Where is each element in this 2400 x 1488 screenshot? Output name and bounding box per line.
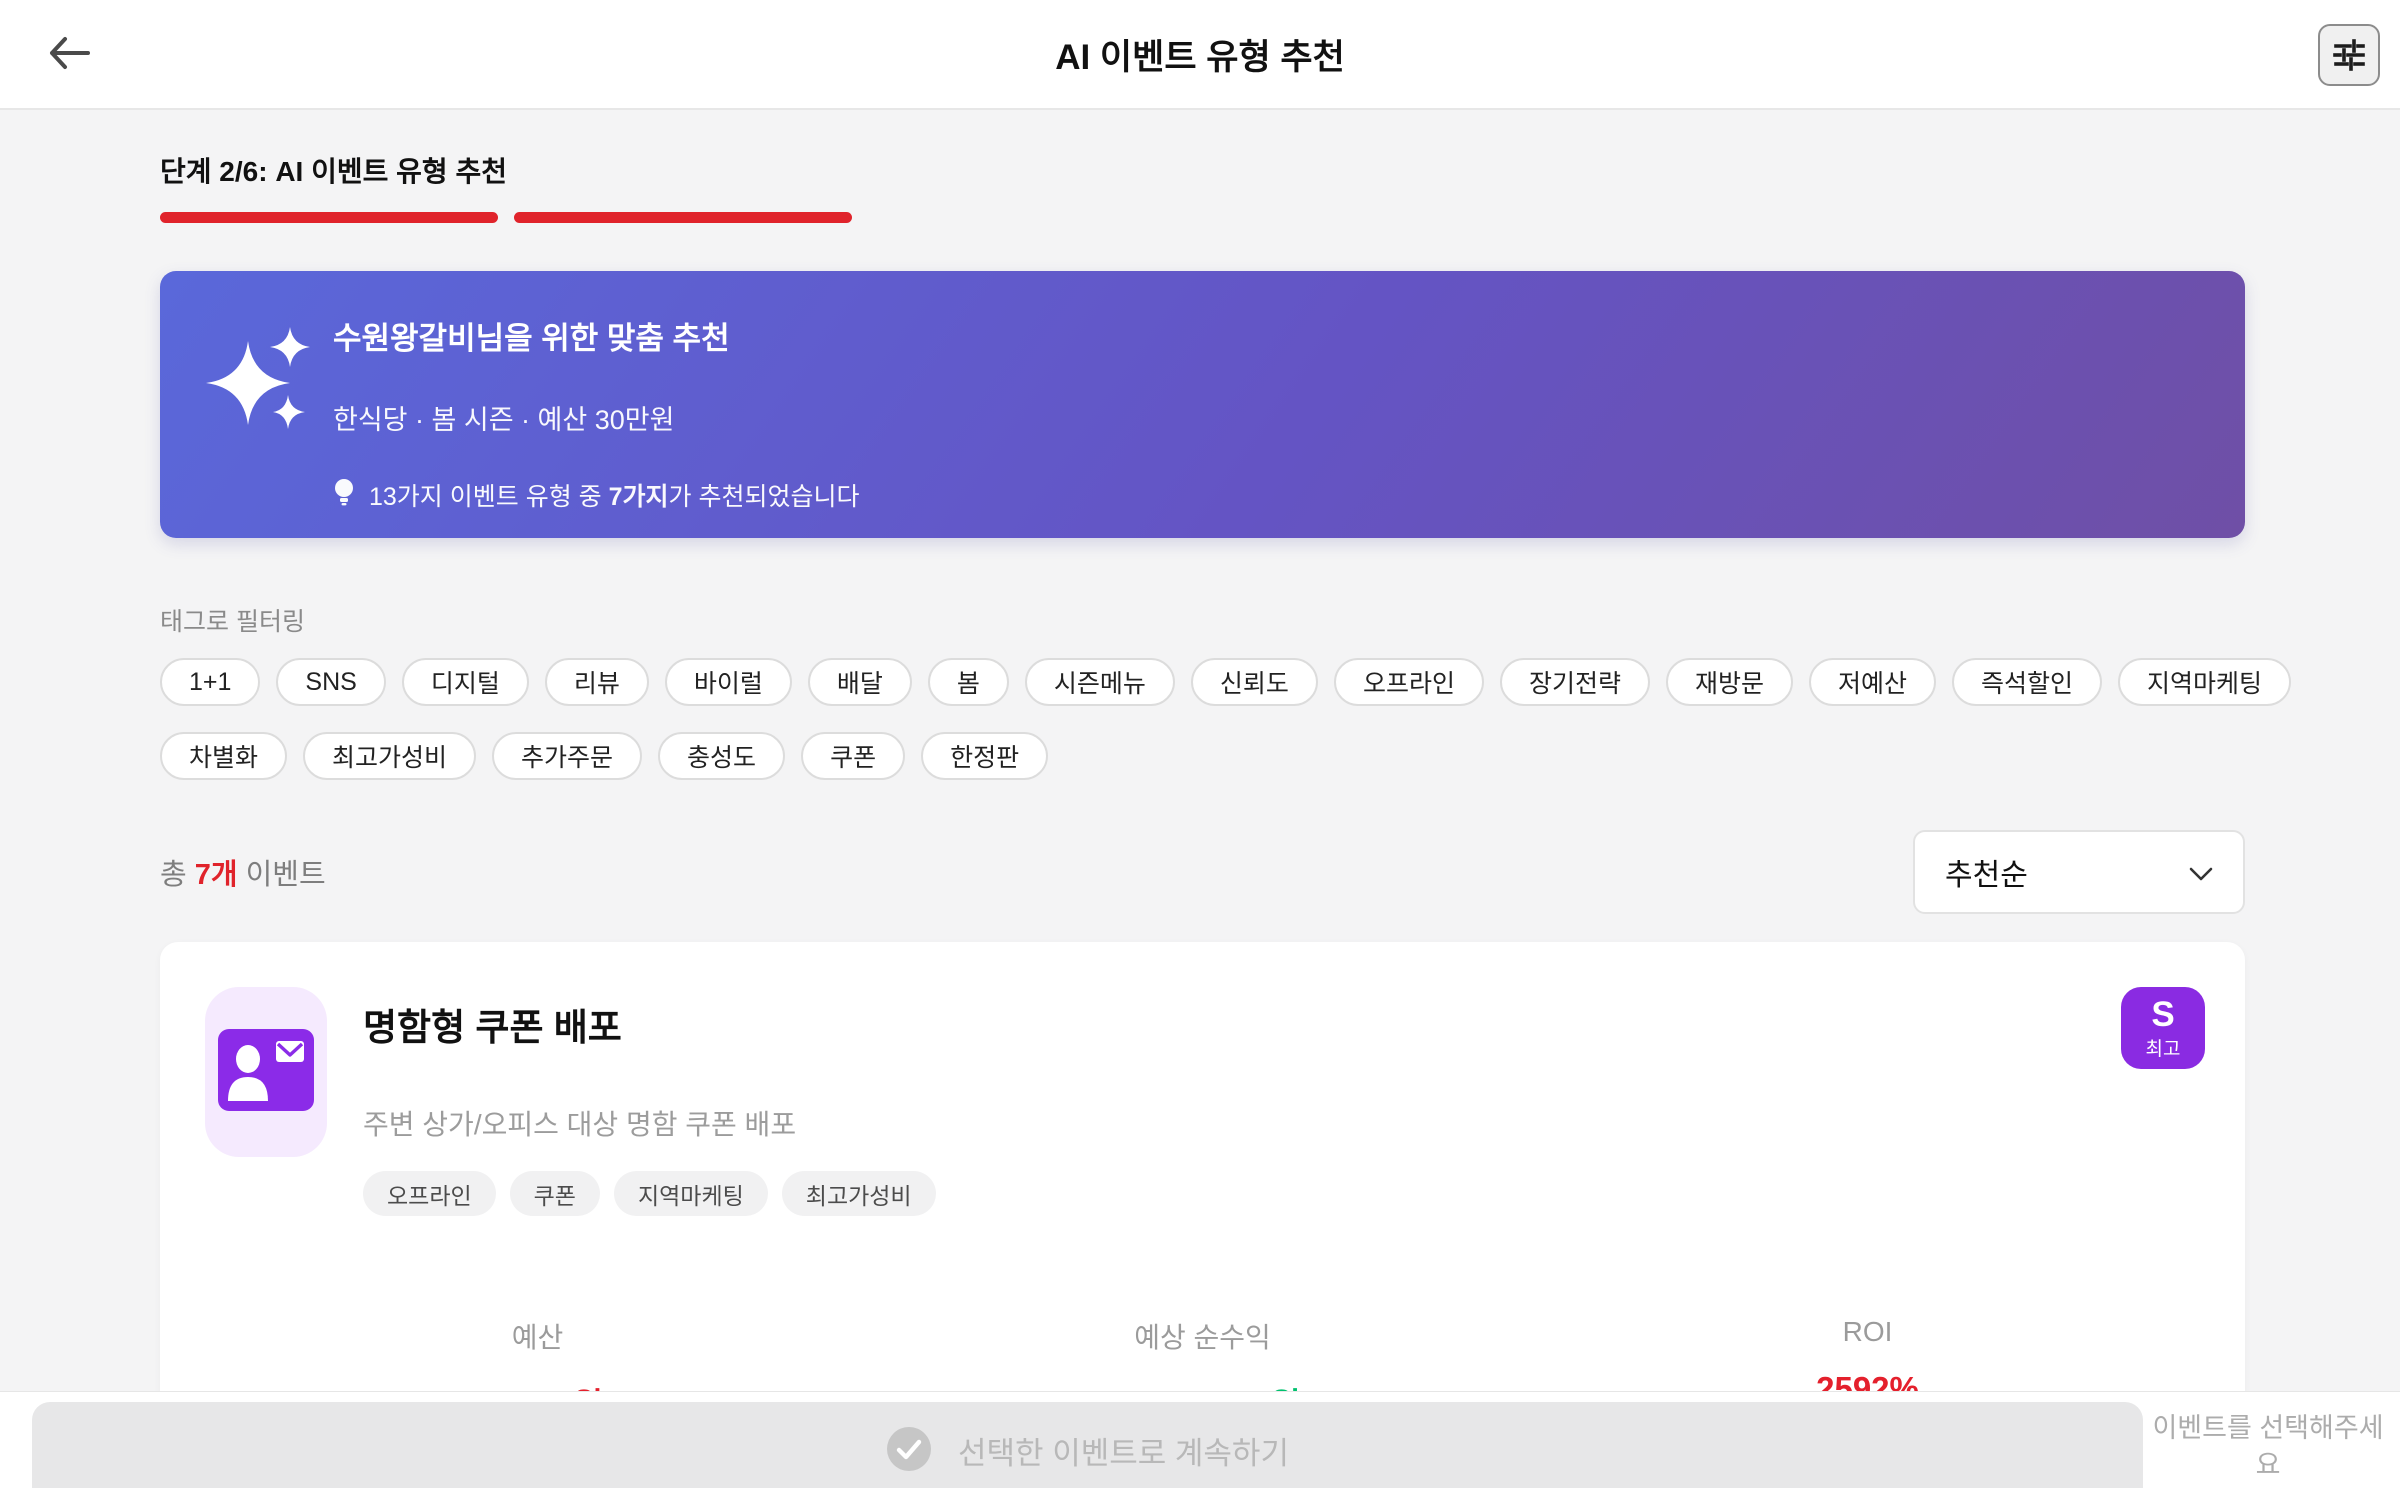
list-header: 총 7개 이벤트 추천순	[160, 830, 2245, 914]
stat-profit-label: 예상 순수익	[1134, 1322, 1271, 1353]
filter-tag[interactable]: SNS	[276, 658, 386, 706]
sort-select-value: 추천순	[1945, 859, 2028, 892]
select-hint: 이벤트를 선택해주세요	[2152, 1413, 2384, 1480]
event-tag-row: 오프라인 쿠폰 지역마케팅 최고가성비	[363, 1171, 936, 1216]
filter-tag[interactable]: 차별화	[160, 732, 288, 780]
filter-tag[interactable]: 시즌메뉴	[1024, 658, 1175, 706]
event-card-texts: 명함형 쿠폰 배포 주변 상가/오피스 대상 명함 쿠폰 배포 오프라인 쿠폰 지역…	[363, 987, 936, 1216]
continue-button[interactable]: 선택한 이벤트로 계속하기	[32, 1402, 2143, 1488]
grade-letter: S	[2151, 995, 2175, 1034]
chevron-down-icon	[2189, 855, 2213, 889]
banner-info: 13가지 이벤트 유형 중 7가지가 추천되었습니다	[333, 477, 2245, 513]
grade-badge: S 최고	[2121, 987, 2205, 1069]
filter-tag[interactable]: 저예산	[1808, 658, 1936, 706]
filter-tag[interactable]: 배달	[807, 658, 912, 706]
filter-tag[interactable]: 추가주문	[492, 732, 643, 780]
filter-tag[interactable]: 쿠폰	[801, 732, 906, 780]
filter-tag-row-2: 차별화 최고가성비 추가주문 충성도 쿠폰 한정판	[160, 732, 2245, 780]
filter-tag[interactable]: 한정판	[921, 732, 1049, 780]
contact-card-icon	[218, 1028, 314, 1116]
event-tag: 지역마케팅	[613, 1171, 768, 1216]
event-subtitle: 주변 상가/오피스 대상 명함 쿠폰 배포	[363, 1109, 797, 1140]
sliders-icon	[2331, 36, 2367, 75]
filter-tag[interactable]: 최고가성비	[303, 732, 477, 780]
continue-button-label: 선택한 이벤트로 계속하기	[958, 1435, 1289, 1471]
filter-tag[interactable]: 재방문	[1665, 658, 1793, 706]
stat-roi-label: ROI	[1842, 1316, 1893, 1347]
filter-tag[interactable]: 즉석할인	[1952, 658, 2103, 706]
filter-tag[interactable]: 디지털	[401, 658, 529, 706]
event-card-head: 명함형 쿠폰 배포 주변 상가/오피스 대상 명함 쿠폰 배포 오프라인 쿠폰 지역…	[205, 987, 2200, 1216]
event-card[interactable]: 명함형 쿠폰 배포 주변 상가/오피스 대상 명함 쿠폰 배포 오프라인 쿠폰 지역…	[160, 942, 2245, 1442]
event-tag: 오프라인	[363, 1171, 496, 1216]
lightbulb-icon	[333, 478, 355, 513]
bottom-bar: 선택한 이벤트로 계속하기 이벤트를 선택해주세요	[0, 1392, 2400, 1488]
filter-tag[interactable]: 오프라인	[1333, 658, 1484, 706]
banner-title: 수원왕갈비님을 위한 맞춤 추천	[333, 321, 730, 356]
ai-recommendation-banner: 수원왕갈비님을 위한 맞춤 추천 한식당 · 봄 시즌 · 예산 30만원 13…	[160, 271, 2245, 538]
event-count: 총 7개 이벤트	[160, 859, 326, 891]
banner-subtitle: 한식당 · 봄 시즌 · 예산 30만원	[333, 405, 675, 435]
grade-label: 최고	[2145, 1039, 2181, 1060]
banner-info-text: 13가지 이벤트 유형 중 7가지가 추천되었습니다	[369, 483, 860, 511]
filter-tag[interactable]: 충성도	[658, 732, 786, 780]
progress-bar	[160, 212, 2245, 223]
progress-segment	[160, 212, 498, 223]
page-title: AI 이벤트 유형 추천	[1055, 37, 1345, 77]
filter-tag[interactable]: 지역마케팅	[2118, 658, 2292, 706]
event-title: 명함형 쿠폰 배포	[363, 1007, 622, 1048]
progress-segment	[514, 212, 852, 223]
arrow-left-icon	[48, 35, 92, 74]
filter-tag-row-1: 1+1 SNS 디지털 리뷰 바이럴 배달 봄 시즌메뉴 신뢰도 오프라인 장기전략 재방문 저예산 즉석…	[160, 658, 2292, 706]
check-circle-icon	[886, 1426, 932, 1475]
settings-button[interactable]	[2318, 24, 2380, 86]
filter-tag[interactable]: 바이럴	[664, 658, 792, 706]
filter-tag[interactable]: 봄	[927, 658, 1009, 706]
sort-select[interactable]: 추천순	[1913, 830, 2245, 914]
stat-budget-label: 예산	[511, 1322, 564, 1353]
filter-tag[interactable]: 신뢰도	[1190, 658, 1318, 706]
sparkles-icon	[204, 319, 314, 442]
event-icon-tile	[205, 987, 327, 1157]
event-tag: 최고가성비	[781, 1171, 936, 1216]
filter-tag[interactable]: 리뷰	[544, 658, 649, 706]
back-button[interactable]	[42, 26, 98, 82]
main-content: 단계 2/6: AI 이벤트 유형 추천 수원왕갈비님을 위한 맞춤 추천 한식…	[0, 150, 2400, 1442]
filter-tag[interactable]: 장기전략	[1499, 658, 1650, 706]
filter-label: 태그로 필터링	[160, 608, 305, 636]
app-header: AI 이벤트 유형 추천	[0, 0, 2400, 110]
event-tag: 쿠폰	[509, 1171, 600, 1216]
filter-tag[interactable]: 1+1	[160, 658, 261, 706]
step-label: 단계 2/6: AI 이벤트 유형 추천	[160, 156, 507, 187]
